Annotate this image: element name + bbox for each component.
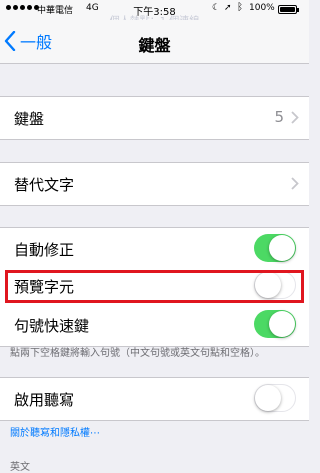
period-shortcut-footnote: 點兩下空格鍵將輸入句號（中文句號或英文句點和空格）。 (10, 348, 265, 359)
keyboards-count: 5 (274, 108, 284, 126)
auto-correction-switch[interactable] (254, 234, 296, 262)
chevron-right-icon (291, 177, 299, 190)
navigation-bar: 一般 鍵盤 (0, 20, 309, 64)
keyboards-label: 鍵盤 (14, 110, 45, 128)
text-replacement-row[interactable]: 替代文字 (0, 162, 309, 206)
dictation-privacy-link[interactable]: 關於聽寫和隱私權⋯ (10, 424, 100, 439)
auto-correction-label: 自動修正 (14, 241, 75, 259)
period-shortcut-row: 句號快速鍵 (0, 303, 309, 347)
period-shortcut-switch[interactable] (254, 310, 296, 338)
page-title: 鍵盤 (138, 36, 171, 55)
character-preview-label: 預覽字元 (14, 278, 75, 296)
chevron-right-icon (291, 111, 299, 124)
status-bar: 中華電信 4G 下午3:58 ☾ ➚ ᛒ 100% 個人熱點：1 個連線 (0, 0, 309, 27)
section-header-english: 英文 (10, 462, 30, 473)
enable-dictation-label: 啟用聽寫 (14, 391, 75, 409)
period-shortcut-label: 句號快速鍵 (14, 317, 90, 335)
character-preview-row: 預覽字元 (0, 264, 309, 308)
text-replacement-label: 替代文字 (14, 176, 75, 194)
character-preview-switch[interactable] (254, 271, 296, 299)
enable-dictation-switch[interactable] (254, 384, 296, 412)
enable-dictation-row: 啟用聽寫 (0, 377, 309, 421)
keyboards-row[interactable]: 鍵盤 5 (0, 96, 309, 140)
